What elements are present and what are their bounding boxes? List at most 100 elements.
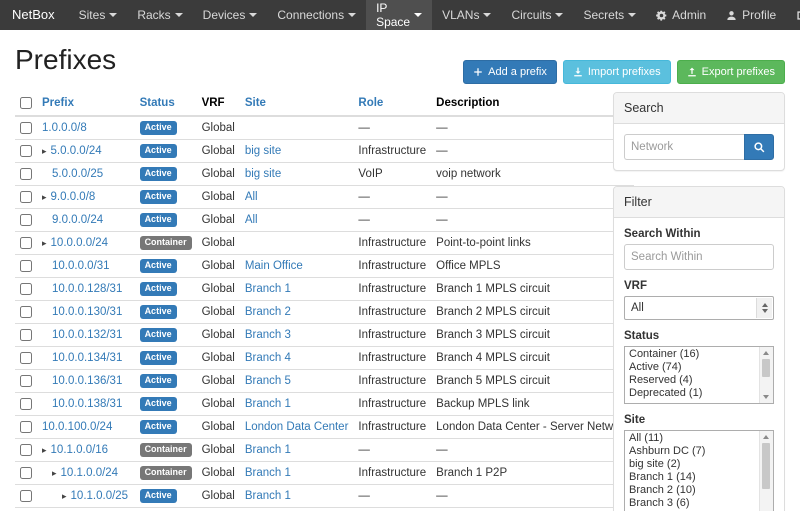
filter-option[interactable]: Branch 2 (10) bbox=[626, 484, 758, 497]
scroll-up-icon[interactable] bbox=[763, 435, 769, 439]
site-link[interactable]: Branch 3 bbox=[245, 329, 291, 341]
nav-item-secrets[interactable]: Secrets bbox=[573, 0, 646, 30]
site-link[interactable]: Branch 1 bbox=[245, 490, 291, 502]
row-checkbox[interactable] bbox=[20, 352, 32, 364]
site-link[interactable]: big site bbox=[245, 168, 281, 180]
site-link[interactable]: Main Office bbox=[245, 260, 303, 272]
admin-link[interactable]: Admin bbox=[646, 0, 716, 30]
prefix-link[interactable]: 10.0.0.0/31 bbox=[52, 260, 110, 272]
row-checkbox[interactable] bbox=[20, 237, 32, 249]
scroll-up-icon[interactable] bbox=[763, 351, 769, 355]
site-filter-select[interactable]: All (11)Ashburn DC (7)big site (2)Branch… bbox=[624, 430, 774, 511]
nav-item-ip-space[interactable]: IP Space bbox=[366, 0, 432, 30]
sort-status[interactable]: Status bbox=[140, 97, 175, 109]
scroll-thumb[interactable] bbox=[762, 443, 770, 489]
app-brand[interactable]: NetBox bbox=[0, 0, 69, 30]
site-link[interactable]: Branch 1 bbox=[245, 467, 291, 479]
search-button[interactable] bbox=[744, 134, 774, 160]
row-checkbox[interactable] bbox=[20, 375, 32, 387]
prefix-link[interactable]: 10.1.0.0/16 bbox=[51, 444, 109, 456]
scroll-down-icon[interactable] bbox=[763, 395, 769, 399]
log-out-link[interactable]: Log out bbox=[786, 0, 800, 30]
nav-item-connections[interactable]: Connections bbox=[267, 0, 366, 30]
nav-item-racks[interactable]: Racks bbox=[127, 0, 192, 30]
prefix-link[interactable]: 10.1.0.0/24 bbox=[61, 467, 119, 479]
status-filter-select[interactable]: Container (16)Active (74)Reserved (4)Dep… bbox=[624, 346, 774, 404]
site-link[interactable]: All bbox=[245, 191, 258, 203]
filter-option[interactable]: Deprecated (1) bbox=[626, 387, 758, 400]
select-all-checkbox[interactable] bbox=[20, 97, 32, 109]
prefix-link[interactable]: 10.0.100.0/24 bbox=[42, 421, 112, 433]
site-link[interactable]: Branch 1 bbox=[245, 283, 291, 295]
row-checkbox[interactable] bbox=[20, 122, 32, 134]
row-checkbox[interactable] bbox=[20, 444, 32, 456]
prefix-link[interactable]: 1.0.0.0/8 bbox=[42, 122, 87, 134]
add-a-prefix-button[interactable]: Add a prefix bbox=[463, 60, 557, 84]
row-checkbox[interactable] bbox=[20, 329, 32, 341]
prefix-link[interactable]: 10.0.0.138/31 bbox=[52, 398, 122, 410]
row-checkbox[interactable] bbox=[20, 306, 32, 318]
nav-item-circuits[interactable]: Circuits bbox=[501, 0, 573, 30]
row-checkbox[interactable] bbox=[20, 490, 32, 502]
nav-item-devices[interactable]: Devices bbox=[193, 0, 268, 30]
vrf-filter-select[interactable]: All bbox=[624, 296, 774, 320]
filter-option[interactable]: Container (16) bbox=[626, 348, 758, 361]
row-checkbox[interactable] bbox=[20, 191, 32, 203]
filter-option[interactable]: Branch 3 (6) bbox=[626, 497, 758, 510]
export-prefixes-button[interactable]: Export prefixes bbox=[677, 60, 785, 84]
site-link[interactable]: big site bbox=[245, 145, 281, 157]
site-link[interactable]: Branch 1 bbox=[245, 444, 291, 456]
sort-prefix[interactable]: Prefix bbox=[42, 97, 74, 109]
site-link[interactable]: Branch 2 bbox=[245, 306, 291, 318]
filter-option[interactable]: Ashburn DC (7) bbox=[626, 445, 758, 458]
nav-item-vlans[interactable]: VLANs bbox=[432, 0, 501, 30]
filter-option[interactable]: Branch 1 (14) bbox=[626, 471, 758, 484]
site-link[interactable]: Branch 1 bbox=[245, 398, 291, 410]
row-checkbox[interactable] bbox=[20, 168, 32, 180]
row-checkbox[interactable] bbox=[20, 467, 32, 479]
nav-item-sites[interactable]: Sites bbox=[69, 0, 128, 30]
row-checkbox[interactable] bbox=[20, 283, 32, 295]
row-checkbox[interactable] bbox=[20, 421, 32, 433]
prefix-link[interactable]: 10.0.0.136/31 bbox=[52, 375, 122, 387]
row-checkbox[interactable] bbox=[20, 398, 32, 410]
filter-option[interactable]: Reserved (4) bbox=[626, 374, 758, 387]
search-within-input[interactable] bbox=[624, 244, 774, 270]
main-content: Add a prefixImport prefixesExport prefix… bbox=[0, 44, 800, 511]
sort-site[interactable]: Site bbox=[245, 97, 266, 109]
column-header-site[interactable]: Site bbox=[240, 92, 354, 116]
filter-option[interactable]: Active (74) bbox=[626, 361, 758, 374]
prefix-link[interactable]: 5.0.0.0/25 bbox=[52, 168, 103, 180]
scroll-thumb[interactable] bbox=[762, 359, 770, 377]
prefix-link[interactable]: 10.0.0.130/31 bbox=[52, 306, 122, 318]
sort-role[interactable]: Role bbox=[358, 97, 383, 109]
site-link[interactable]: All bbox=[245, 214, 258, 226]
column-header-status[interactable]: Status bbox=[135, 92, 197, 116]
prefix-link[interactable]: 5.0.0.0/24 bbox=[51, 145, 102, 157]
prefix-link[interactable]: 9.0.0.0/8 bbox=[51, 191, 96, 203]
column-header-role[interactable]: Role bbox=[353, 92, 431, 116]
search-input[interactable] bbox=[624, 134, 744, 160]
row-checkbox[interactable] bbox=[20, 214, 32, 226]
row-checkbox[interactable] bbox=[20, 145, 32, 157]
prefix-link[interactable]: 9.0.0.0/24 bbox=[52, 214, 103, 226]
import-prefixes-button[interactable]: Import prefixes bbox=[563, 60, 671, 84]
prefix-link[interactable]: 10.0.0.0/24 bbox=[51, 237, 109, 249]
profile-link[interactable]: Profile bbox=[716, 0, 786, 30]
prefix-link[interactable]: 10.0.0.128/31 bbox=[52, 283, 122, 295]
prefix-link[interactable]: 10.0.0.132/31 bbox=[52, 329, 122, 341]
column-header-prefix[interactable]: Prefix bbox=[37, 92, 135, 116]
row-checkbox[interactable] bbox=[20, 260, 32, 272]
chevron-down-icon bbox=[175, 13, 183, 17]
prefix-cell: 10.0.0.130/31 bbox=[37, 301, 135, 324]
prefix-link[interactable]: 10.0.0.134/31 bbox=[52, 352, 122, 364]
site-link[interactable]: London Data Center bbox=[245, 421, 349, 433]
scrollbar[interactable] bbox=[759, 431, 773, 511]
filter-option[interactable]: All (11) bbox=[626, 432, 758, 445]
prefix-link[interactable]: 10.1.0.0/25 bbox=[71, 490, 129, 502]
site-link[interactable]: Branch 4 bbox=[245, 352, 291, 364]
scrollbar[interactable] bbox=[759, 347, 773, 403]
site-link[interactable]: Branch 5 bbox=[245, 375, 291, 387]
filter-option[interactable]: big site (2) bbox=[626, 458, 758, 471]
site-cell: big site bbox=[240, 163, 354, 186]
